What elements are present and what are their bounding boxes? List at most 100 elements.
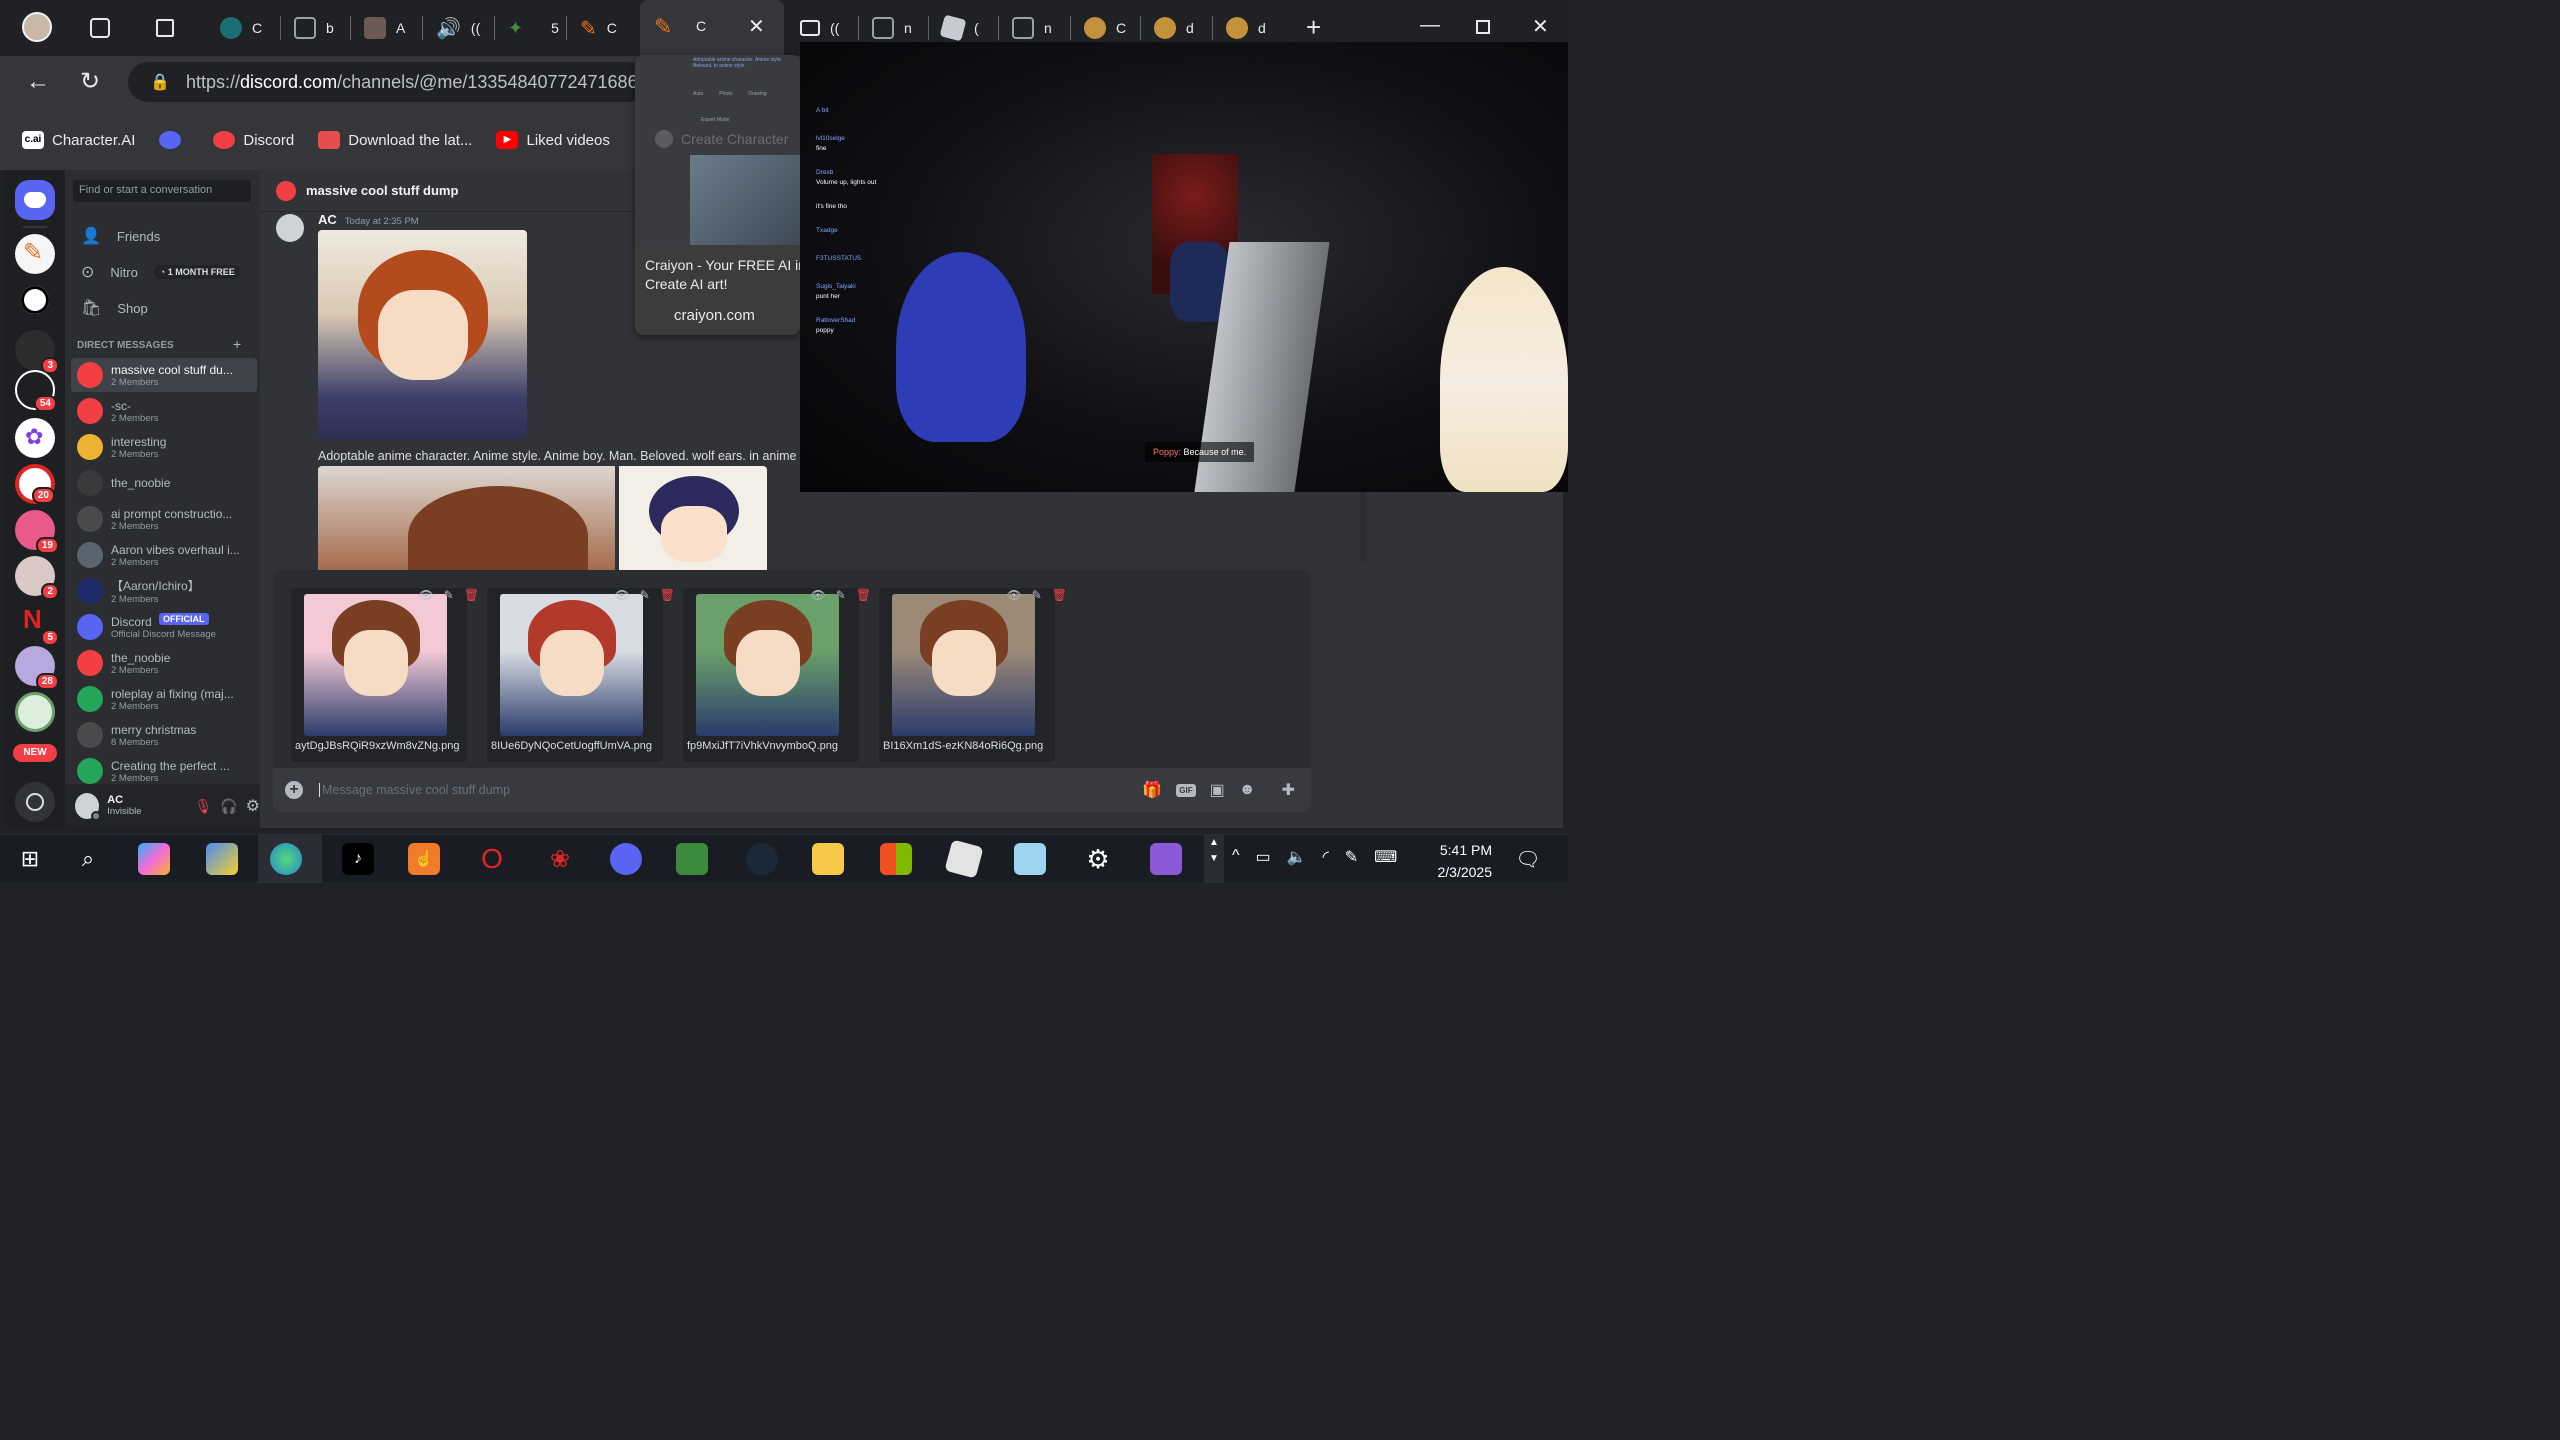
message-author[interactable]: AC xyxy=(318,212,337,227)
discord-icon[interactable] xyxy=(610,843,642,875)
dm-item[interactable]: merry christmas 8 Members xyxy=(71,718,257,752)
bookmark-discord[interactable]: Discord xyxy=(213,131,294,149)
avatar[interactable] xyxy=(75,793,102,821)
spreadsheet-icon[interactable] xyxy=(676,843,708,875)
pen-icon[interactable]: ✎ xyxy=(1345,847,1358,867)
store-icon[interactable] xyxy=(880,843,912,875)
trash-icon[interactable]: 🗑 xyxy=(856,588,871,602)
dm-item[interactable]: -sc- 2 Members xyxy=(71,394,257,428)
server-icon[interactable]: 28 xyxy=(15,646,59,690)
server-icon[interactable]: 2 xyxy=(15,556,59,600)
touch-icon[interactable]: ☝ xyxy=(408,843,440,875)
dm-item[interactable]: the_noobie 2 Members xyxy=(71,646,257,680)
clock[interactable]: 5:41 PM 2/3/2025 xyxy=(1428,839,1493,883)
browser-tab[interactable]: C xyxy=(212,8,262,48)
wifi-icon[interactable]: ◜ xyxy=(1323,847,1329,867)
gear-icon[interactable]: ⚙ xyxy=(1082,843,1114,875)
sticker-icon[interactable]: ▣ xyxy=(1210,780,1225,800)
dm-item[interactable]: roleplay ai fixing (maj... 2 Members xyxy=(71,682,257,716)
image-attachment[interactable] xyxy=(318,230,527,439)
gif-icon[interactable]: GIF xyxy=(1176,783,1196,797)
bookmark-character-ai[interactable]: c.ai Character.AI xyxy=(22,131,135,149)
restore-icon[interactable] xyxy=(1476,20,1490,34)
pencil-icon[interactable]: ✎ xyxy=(640,588,650,602)
browser-tab[interactable]: b xyxy=(286,8,334,48)
steam-icon[interactable] xyxy=(746,843,778,875)
profile-avatar[interactable] xyxy=(22,12,52,42)
browser-tab[interactable]: 🔊 (( xyxy=(428,8,480,48)
attachment-image[interactable] xyxy=(500,594,643,736)
nav-nitro[interactable]: ⊙ Nitro ◔ 1 MONTH FREE xyxy=(81,262,241,282)
bookmark-discord-icon-only[interactable] xyxy=(159,131,189,149)
battery-icon[interactable]: ▭ xyxy=(1256,847,1271,867)
refresh-icon[interactable]: ↻ xyxy=(80,67,100,96)
close-window-icon[interactable]: ✕ xyxy=(1532,14,1549,39)
dm-search-input[interactable]: Find or start a conversation xyxy=(73,180,251,202)
attachment-card[interactable]: 👁 ✎ 🗑 8IUe6DyNQoCetUogffUmVA.png xyxy=(487,588,675,762)
browser-tab[interactable]: ✎ C xyxy=(572,8,617,48)
opera-icon[interactable]: O xyxy=(476,843,508,875)
attachment-card[interactable]: 👁 ✎ 🗑 BI16Xm1dS-ezKN84oRi6Qg.png xyxy=(879,588,1067,762)
dm-item[interactable]: ai prompt constructio... 2 Members xyxy=(71,502,257,536)
eye-icon[interactable]: 👁 xyxy=(810,588,825,602)
bookmark-liked-videos[interactable]: ▶ Liked videos xyxy=(496,131,610,149)
pencil-icon[interactable]: ✎ xyxy=(444,588,454,602)
eye-icon[interactable]: 👁 xyxy=(1006,588,1021,602)
dm-item[interactable]: OFFICIAL Discord Official Discord Message xyxy=(71,610,257,644)
image-attachment[interactable] xyxy=(318,466,615,586)
discover-button[interactable] xyxy=(15,782,55,822)
back-icon[interactable]: ← xyxy=(26,68,50,96)
attachment-image[interactable] xyxy=(892,594,1035,736)
server-icon[interactable]: 3 xyxy=(15,330,59,374)
new-dm-icon[interactable]: + xyxy=(233,336,241,352)
server-icon[interactable] xyxy=(15,280,55,320)
attachment-card[interactable]: 👁 ✎ 🗑 aytDgJBsRQiR9xzWm8vZNg.png xyxy=(291,588,479,762)
chevron-up-icon[interactable]: ^ xyxy=(1232,847,1240,867)
dm-item[interactable]: massive cool stuff du... 2 Members xyxy=(71,358,257,392)
minimize-icon[interactable]: — xyxy=(1420,14,1440,37)
start-icon[interactable]: ⊞ xyxy=(14,843,46,875)
browser-tab[interactable]: ✦ 5 xyxy=(500,8,559,48)
server-icon[interactable]: 54 xyxy=(15,370,57,412)
overflow-chevron-icon[interactable]: ▲ ▼ xyxy=(1204,835,1224,883)
browser-tab-active[interactable]: ✎ C ✕ xyxy=(640,0,784,56)
gift-icon[interactable]: 🎁 xyxy=(1142,780,1162,800)
eye-icon[interactable]: 👁 xyxy=(614,588,629,602)
search-icon[interactable]: ⌕ xyxy=(72,843,104,875)
game-app-icon[interactable] xyxy=(1150,843,1182,875)
server-icon[interactable]: N5 xyxy=(15,602,59,646)
server-icon[interactable]: 19 xyxy=(15,510,59,554)
tiktok-icon[interactable]: ♪ xyxy=(342,843,374,875)
volume-icon[interactable]: 🔈 xyxy=(1287,847,1307,867)
dm-item[interactable]: the_noobie xyxy=(71,466,257,500)
pen-app-icon[interactable] xyxy=(1014,843,1046,875)
trash-icon[interactable]: 🗑 xyxy=(1052,588,1067,602)
attachment-image[interactable] xyxy=(304,594,447,736)
pencil-icon[interactable]: ✎ xyxy=(1032,588,1042,602)
attachment-image[interactable] xyxy=(696,594,839,736)
copilot-icon[interactable] xyxy=(138,843,170,875)
url-field[interactable]: 🔒 https://discord.com/channels/@me/13354… xyxy=(128,62,648,102)
nav-shop[interactable]: 🛍 Shop xyxy=(81,298,148,318)
pinwheel-icon[interactable] xyxy=(206,843,238,875)
dm-item[interactable]: Creating the perfect ... 2 Members xyxy=(71,754,257,788)
server-icon[interactable]: ✿ xyxy=(15,418,55,458)
pip-video[interactable]: A bit lvl10selge fine Drexb Volume up, light… xyxy=(800,42,1568,492)
notifications-icon[interactable]: 🗨 xyxy=(1512,843,1544,875)
folder-icon[interactable] xyxy=(812,843,844,875)
new-badge[interactable]: NEW xyxy=(13,744,57,762)
roblox-icon[interactable] xyxy=(944,839,984,879)
eye-icon[interactable]: 👁 xyxy=(418,588,433,602)
dm-item[interactable]: interesting 2 Members xyxy=(71,430,257,464)
mute-icon[interactable]: 🎙 xyxy=(194,798,212,815)
image-attachment[interactable] xyxy=(619,466,767,572)
gear-icon[interactable]: ⚙ xyxy=(246,796,260,816)
headphones-icon[interactable]: 🎧 xyxy=(220,798,237,815)
add-attachment-icon[interactable]: + xyxy=(285,781,303,799)
pencil-icon[interactable]: ✎ xyxy=(836,588,846,602)
new-tab-icon[interactable]: + xyxy=(1306,12,1321,43)
paint-icon[interactable]: ❀ xyxy=(544,843,576,875)
server-icon[interactable]: ✎ xyxy=(15,234,55,274)
trash-icon[interactable]: 🗑 xyxy=(464,588,479,602)
nav-friends[interactable]: 👤 Friends xyxy=(81,226,160,246)
